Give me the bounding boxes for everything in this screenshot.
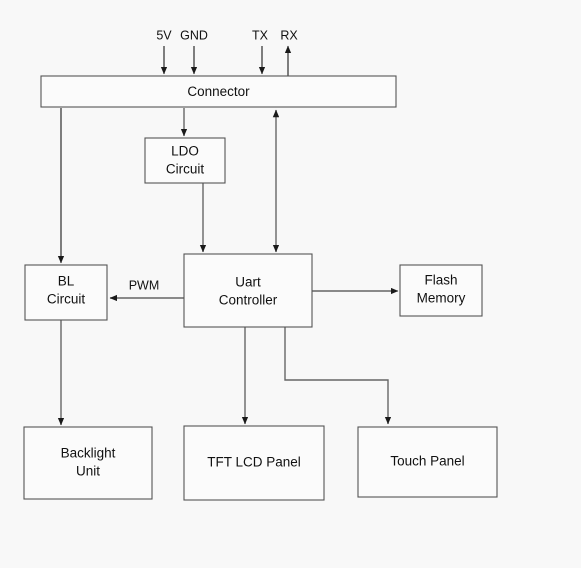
pin-label-tx: TX (252, 28, 269, 42)
block-diagram-canvas: 5V GND TX RX PWM Connector LDO Circuit B… (0, 0, 581, 568)
block-flash-memory-label-line2: Memory (417, 291, 466, 306)
edge-label-pwm: PWM (129, 278, 160, 292)
block-uart-controller-label-line2: Controller (219, 293, 278, 308)
block-uart-controller[interactable]: Uart Controller (183, 253, 313, 328)
block-connector-label: Connector (187, 84, 250, 99)
block-backlight-unit-label-line1: Backlight (61, 446, 116, 461)
block-uart-controller-label-line1: Uart (235, 275, 261, 290)
block-bl-circuit-label-line1: BL (58, 274, 75, 289)
block-backlight-unit[interactable]: Backlight Unit (23, 426, 153, 500)
pin-label-gnd: GND (180, 28, 208, 42)
pin-label-rx: RX (280, 28, 298, 42)
block-tft-lcd-panel[interactable]: TFT LCD Panel (183, 425, 325, 501)
pin-label-5v: 5V (156, 28, 172, 42)
pin-connections-group (160, 45, 292, 76)
block-ldo-circuit-label-line2: Circuit (166, 162, 205, 177)
block-tft-lcd-panel-label: TFT LCD Panel (207, 455, 301, 470)
block-ldo-circuit[interactable]: LDO Circuit (144, 137, 226, 184)
block-connector[interactable]: Connector (40, 75, 397, 108)
block-touch-panel[interactable]: Touch Panel (357, 426, 498, 498)
block-touch-panel-label: Touch Panel (390, 454, 464, 469)
edge-uart-touch-panel (284, 327, 392, 425)
block-backlight-unit-label-line2: Unit (76, 464, 100, 479)
block-bl-circuit-label-line2: Circuit (47, 292, 86, 307)
diagram-svg: 5V GND TX RX PWM Connector LDO Circuit B… (23, 28, 498, 501)
block-flash-memory-label-line1: Flash (424, 273, 457, 288)
block-uart-controller-rect[interactable] (183, 253, 313, 328)
block-ldo-circuit-label-line1: LDO (171, 144, 199, 159)
block-bl-circuit[interactable]: BL Circuit (24, 264, 108, 321)
block-flash-memory[interactable]: Flash Memory (399, 264, 483, 317)
